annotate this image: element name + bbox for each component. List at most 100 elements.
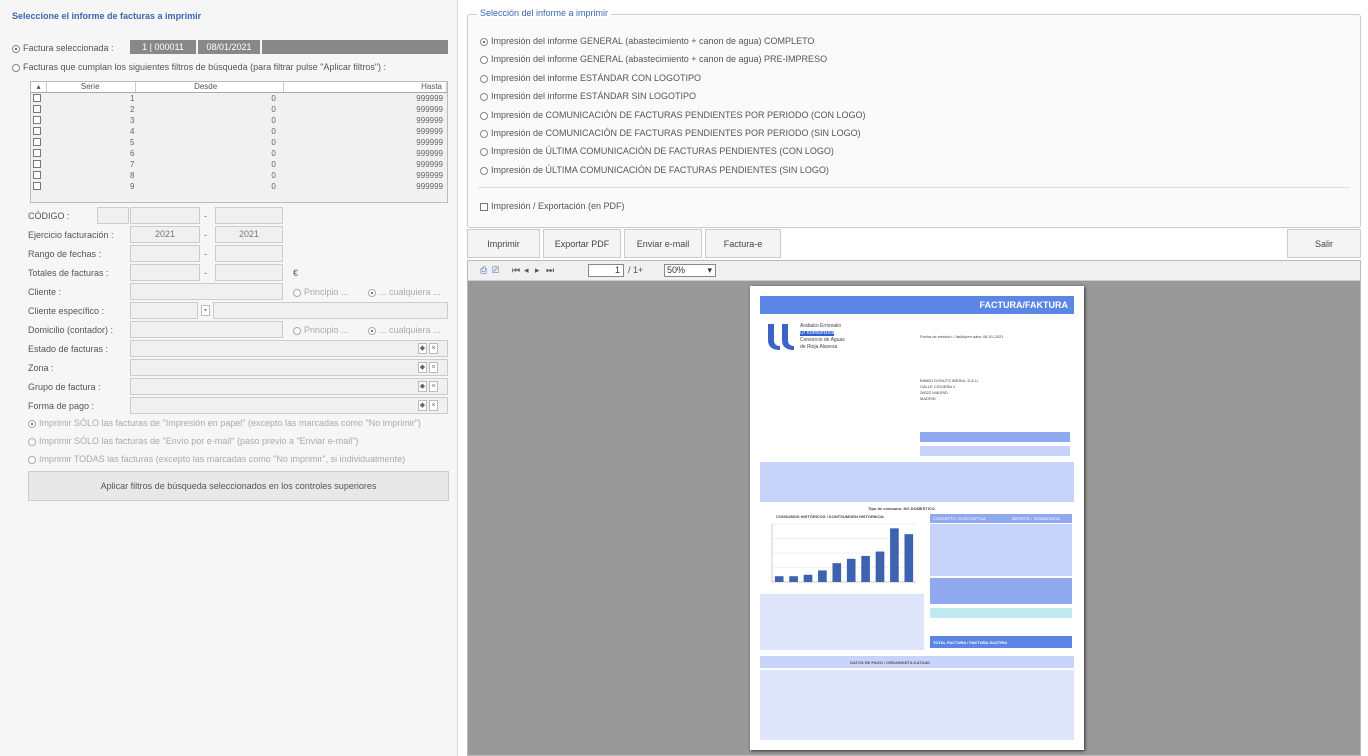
prev-page-icon[interactable]: ◂ bbox=[524, 265, 529, 276]
page-number-input[interactable]: 1 bbox=[588, 264, 624, 277]
radio-principio-icon[interactable] bbox=[293, 288, 301, 297]
row-checkbox-icon[interactable] bbox=[33, 116, 41, 124]
table-row[interactable]: 6 0 999999 bbox=[31, 148, 447, 159]
sort-icon[interactable]: ▴ bbox=[31, 82, 47, 92]
report-radio-icon[interactable] bbox=[480, 92, 488, 101]
emision-date: Fecha de emisión / Jaulkipen data: 08-01… bbox=[920, 334, 1004, 339]
codigo-to-input[interactable] bbox=[215, 207, 283, 224]
imprimir-papel-option[interactable]: Imprimir SÓLO las facturas de "Impresión… bbox=[28, 418, 421, 428]
next-page-icon[interactable]: ▸ bbox=[535, 265, 540, 276]
table-row[interactable]: 1 0 999999 bbox=[31, 93, 447, 104]
send-email-button[interactable]: Enviar e-mail bbox=[624, 229, 702, 258]
grupo-clear-icon[interactable]: × bbox=[429, 381, 438, 392]
table-row[interactable]: 9 0 999999 bbox=[31, 181, 447, 192]
pdf-export-option[interactable]: Impresión / Exportación (en PDF) bbox=[480, 201, 625, 211]
row-checkbox-icon[interactable] bbox=[33, 182, 41, 190]
radio-email-icon[interactable] bbox=[28, 437, 36, 446]
zona-select[interactable] bbox=[130, 359, 448, 376]
row-checkbox-icon[interactable] bbox=[33, 94, 41, 102]
cliente-principio-option[interactable]: Principio ... bbox=[293, 287, 349, 297]
pdf-checkbox-icon[interactable] bbox=[480, 202, 488, 211]
row-checkbox-icon[interactable] bbox=[33, 149, 41, 157]
report-radio-icon[interactable] bbox=[480, 147, 488, 156]
table-row[interactable]: 5 0 999999 bbox=[31, 137, 447, 148]
cliente-cualquiera-option[interactable]: ... cualquiera ... bbox=[368, 287, 441, 297]
zoom-select[interactable]: 50% ▾ bbox=[664, 264, 716, 277]
first-page-icon[interactable]: ⏮ bbox=[512, 265, 520, 276]
report-option-2[interactable]: Impresión del informe GENERAL (abastecim… bbox=[480, 54, 827, 64]
report-radio-icon[interactable] bbox=[480, 166, 488, 175]
codigo-from-input[interactable] bbox=[130, 207, 200, 224]
report-radio-icon[interactable] bbox=[480, 111, 488, 120]
table-row[interactable]: 4 0 999999 bbox=[31, 126, 447, 137]
forma-clear-icon[interactable]: × bbox=[429, 400, 438, 411]
radio-dom-cualquiera-icon[interactable] bbox=[368, 326, 376, 335]
cliente-especifico-name-input[interactable] bbox=[213, 302, 448, 319]
cliente-especifico-label: Cliente específico : bbox=[28, 306, 105, 316]
cliente-especifico-code-input[interactable] bbox=[130, 302, 198, 319]
report-radio-icon[interactable] bbox=[480, 37, 488, 46]
radio-todas-icon[interactable] bbox=[28, 455, 36, 464]
apply-filters-button[interactable]: Aplicar filtros de búsqueda seleccionado… bbox=[28, 471, 449, 501]
radio-dom-principio-icon[interactable] bbox=[293, 326, 301, 335]
table-row[interactable]: 7 0 999999 bbox=[31, 159, 447, 170]
row-checkbox-icon[interactable] bbox=[33, 160, 41, 168]
report-option-1[interactable]: Impresión del informe GENERAL (abastecim… bbox=[480, 36, 814, 46]
exit-button[interactable]: Salir bbox=[1287, 229, 1361, 258]
imprimir-todas-option[interactable]: Imprimir TODAS las facturas (excepto las… bbox=[28, 454, 405, 464]
selected-invoice-option[interactable]: Factura seleccionada : bbox=[12, 43, 114, 53]
col-desde[interactable]: Desde bbox=[136, 82, 284, 92]
table-row[interactable]: 2 0 999999 bbox=[31, 104, 447, 115]
rango-from-input[interactable] bbox=[130, 245, 200, 262]
cliente-input[interactable] bbox=[130, 283, 283, 300]
radio-cualquiera-icon[interactable] bbox=[368, 288, 376, 297]
ejercicio-from-input[interactable]: 2021 bbox=[130, 226, 200, 243]
lookup-icon[interactable]: ▪ bbox=[201, 305, 210, 316]
report-radio-icon[interactable] bbox=[480, 129, 488, 138]
domicilio-principio-option[interactable]: Principio ... bbox=[293, 325, 349, 335]
zona-dropdown-icon[interactable]: ◆ bbox=[418, 362, 427, 373]
totales-from-input[interactable] bbox=[130, 264, 200, 281]
grupo-dropdown-icon[interactable]: ◆ bbox=[418, 381, 427, 392]
codigo-prefix-input[interactable] bbox=[97, 207, 129, 224]
row-checkbox-icon[interactable] bbox=[33, 127, 41, 135]
estado-dropdown-icon[interactable]: ◆ bbox=[418, 343, 427, 354]
printer-icon[interactable]: ⎚ bbox=[492, 265, 499, 276]
grupo-select[interactable] bbox=[130, 378, 448, 395]
export-icon[interactable]: ⎙ bbox=[480, 265, 487, 276]
export-pdf-button[interactable]: Exportar PDF bbox=[543, 229, 621, 258]
forma-dropdown-icon[interactable]: ◆ bbox=[418, 400, 427, 411]
col-hasta[interactable]: Hasta bbox=[284, 82, 447, 92]
report-option-6[interactable]: Impresión de COMUNICACIÓN DE FACTURAS PE… bbox=[480, 128, 861, 138]
row-checkbox-icon[interactable] bbox=[33, 138, 41, 146]
domicilio-input[interactable] bbox=[130, 321, 283, 338]
col-serie[interactable]: Serie bbox=[47, 82, 137, 92]
domicilio-cualquiera-option[interactable]: ... cualquiera ... bbox=[368, 325, 441, 335]
row-checkbox-icon[interactable] bbox=[33, 171, 41, 179]
forma-select[interactable] bbox=[130, 397, 448, 414]
last-page-icon[interactable]: ⏭ bbox=[546, 265, 554, 276]
report-option-5[interactable]: Impresión de COMUNICACIÓN DE FACTURAS PE… bbox=[480, 110, 866, 120]
table-row[interactable]: 3 0 999999 bbox=[31, 115, 447, 126]
row-checkbox-icon[interactable] bbox=[33, 105, 41, 113]
filtered-invoices-option[interactable]: Facturas que cumplan los siguientes filt… bbox=[12, 62, 386, 72]
report-option-8[interactable]: Impresión de ÚLTIMA COMUNICACIÓN DE FACT… bbox=[480, 165, 829, 175]
radio-filter-icon[interactable] bbox=[12, 63, 20, 72]
report-option-4[interactable]: Impresión del informe ESTÁNDAR SIN LOGOT… bbox=[480, 91, 696, 101]
ejercicio-to-input[interactable]: 2021 bbox=[215, 226, 283, 243]
estado-select[interactable] bbox=[130, 340, 448, 357]
print-button[interactable]: Imprimir bbox=[467, 229, 540, 258]
table-row[interactable]: 8 0 999999 bbox=[31, 170, 447, 181]
estado-clear-icon[interactable]: × bbox=[429, 343, 438, 354]
facturae-button[interactable]: Factura-e bbox=[705, 229, 781, 258]
report-radio-icon[interactable] bbox=[480, 55, 488, 64]
report-option-3[interactable]: Impresión del informe ESTÁNDAR CON LOGOT… bbox=[480, 73, 701, 83]
totales-to-input[interactable] bbox=[215, 264, 283, 281]
zona-clear-icon[interactable]: × bbox=[429, 362, 438, 373]
report-radio-icon[interactable] bbox=[480, 74, 488, 83]
radio-papel-icon[interactable] bbox=[28, 419, 36, 428]
rango-to-input[interactable] bbox=[215, 245, 283, 262]
radio-selected-icon[interactable] bbox=[12, 44, 20, 53]
report-option-7[interactable]: Impresión de ÚLTIMA COMUNICACIÓN DE FACT… bbox=[480, 146, 834, 156]
imprimir-email-option[interactable]: Imprimir SÓLO las facturas de "Envío por… bbox=[28, 436, 358, 446]
